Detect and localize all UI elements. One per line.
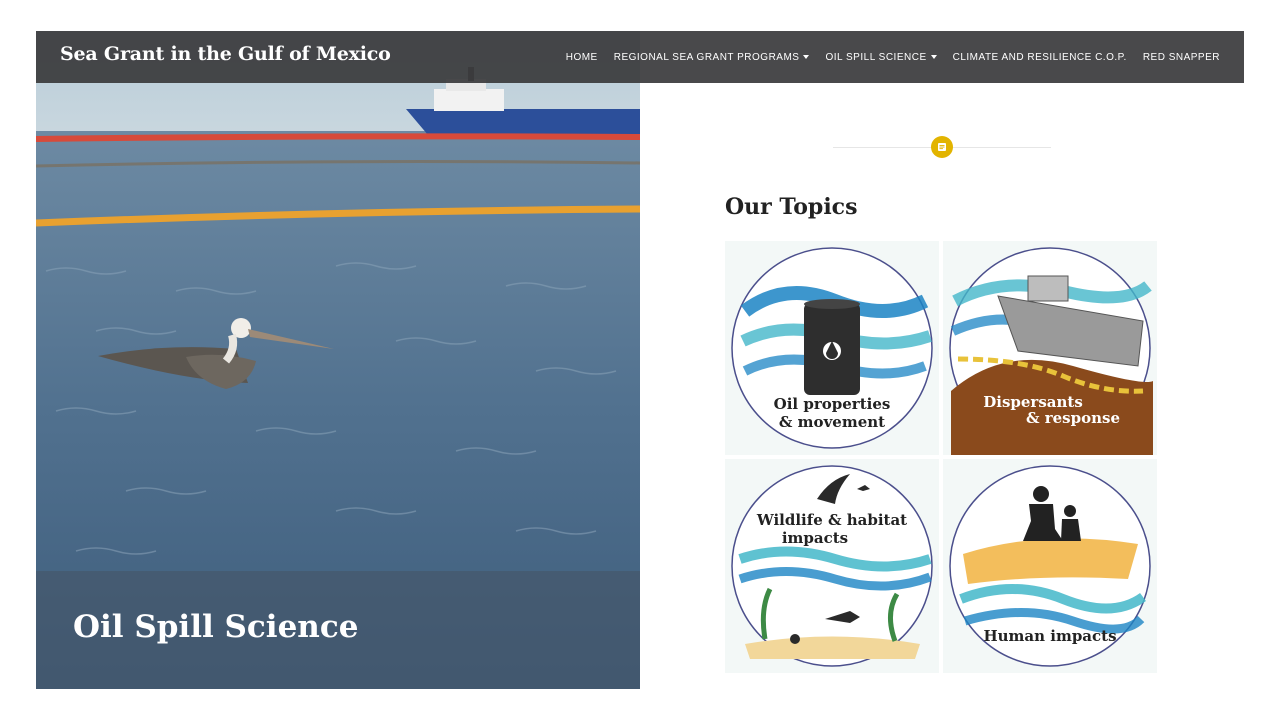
topic-wildlife-line1: Wildlife & habitat	[756, 511, 907, 529]
nav-climate-resilience[interactable]: CLIMATE AND RESILIENCE C.O.P.	[953, 52, 1127, 63]
nav-red-snapper[interactable]: RED SNAPPER	[1143, 52, 1220, 63]
topic-dispersants-line2: & response	[1026, 409, 1120, 427]
nav-regional-programs-label: REGIONAL SEA GRANT PROGRAMS	[613, 51, 800, 63]
site-brand[interactable]: Sea Grant in the Gulf of Mexico	[60, 43, 391, 65]
topic-oil-properties-line2: & movement	[779, 413, 885, 431]
nav-oil-spill-science[interactable]: OIL SPILL SCIENCE	[825, 51, 937, 63]
hero-image: Oil Spill Science	[36, 31, 640, 689]
nav-regional-programs[interactable]: REGIONAL SEA GRANT PROGRAMS	[614, 52, 810, 63]
topic-wildlife-line2: impacts	[782, 529, 848, 547]
document-icon	[931, 136, 953, 158]
nav-oil-spill-science-label: OIL SPILL SCIENCE	[825, 51, 927, 63]
topic-oil-properties-line1: Oil properties	[774, 395, 891, 413]
topic-oil-properties[interactable]: Oil properties & movement	[725, 241, 939, 455]
nav-climate-resilience-label: CLIMATE AND RESILIENCE C.O.P.	[952, 51, 1127, 63]
nav-red-snapper-label: RED SNAPPER	[1142, 51, 1220, 63]
page: Oil Spill Science Sea Grant in the Gulf …	[36, 31, 1244, 689]
hero-title: Oil Spill Science	[73, 609, 359, 645]
main-nav: HOME REGIONAL SEA GRANT PROGRAMS OIL SPI…	[566, 31, 1220, 83]
section-title: Our Topics	[725, 194, 858, 220]
topic-human-impacts[interactable]: Human impacts	[943, 459, 1157, 673]
topic-wildlife-habitat[interactable]: Wildlife & habitat impacts	[725, 459, 939, 673]
chevron-down-icon	[930, 55, 937, 59]
chevron-down-icon	[803, 55, 810, 59]
topic-dispersants-response[interactable]: Dispersants & response	[943, 241, 1157, 455]
navbar: Sea Grant in the Gulf of Mexico HOME REG…	[36, 31, 1244, 83]
nav-home-label: HOME	[565, 51, 598, 63]
topics-grid: Oil properties & movement Dispersants & …	[725, 241, 1159, 673]
topic-human-impacts-line1: Human impacts	[983, 627, 1116, 645]
nav-home[interactable]: HOME	[566, 52, 598, 63]
